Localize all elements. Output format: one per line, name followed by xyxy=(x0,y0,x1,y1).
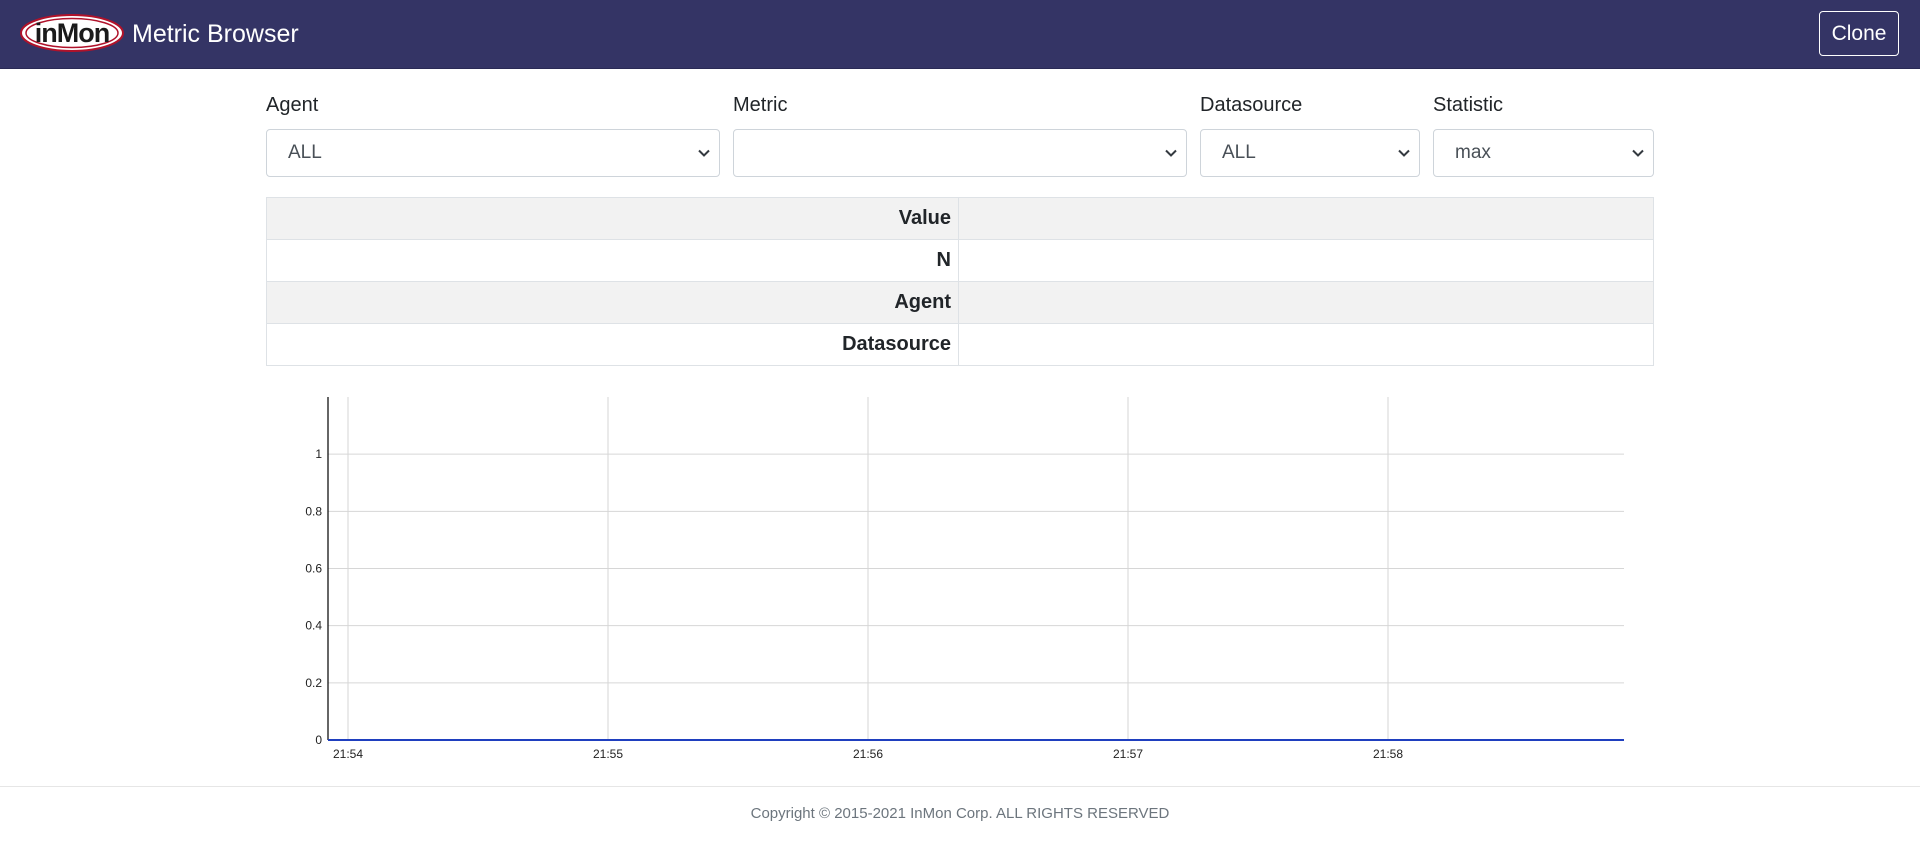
footer-divider xyxy=(0,786,1920,787)
y-tick-label: 0.8 xyxy=(305,504,322,518)
statistic-select-value: max xyxy=(1455,142,1491,163)
agent-cell xyxy=(958,281,1654,324)
x-tick-label: 21:54 xyxy=(333,747,363,761)
x-tick-label: 21:58 xyxy=(1373,747,1403,761)
agent-key: Agent xyxy=(266,281,959,324)
statistic-select[interactable]: max xyxy=(1433,129,1654,177)
y-tick-label: 0.2 xyxy=(305,676,322,690)
y-tick-label: 0 xyxy=(315,733,322,747)
n-cell xyxy=(958,239,1654,282)
logo-text: inMon xyxy=(34,17,110,48)
y-tick-label: 0.4 xyxy=(305,619,322,633)
x-tick-label: 21:56 xyxy=(853,747,883,761)
y-tick-label: 1 xyxy=(315,447,322,461)
datasource-label: Datasource xyxy=(1200,94,1303,116)
x-tick-label: 21:57 xyxy=(1113,747,1143,761)
metric-trend-chart: 21:54 21:55 21:56 21:57 21:58 0 0.2 0.4 0.6 0.8 1 xyxy=(305,397,1624,761)
agent-label: Agent xyxy=(266,94,319,116)
chevron-down-icon xyxy=(698,149,710,157)
app-title: Metric Browser xyxy=(132,20,299,48)
clone-button[interactable]: Clone xyxy=(1819,11,1899,56)
statistic-label: Statistic xyxy=(1433,94,1504,116)
chevron-down-icon xyxy=(1632,149,1644,157)
metric-label: Metric xyxy=(733,94,788,116)
inmon-logo[interactable]: inMon xyxy=(20,14,124,52)
metric-select[interactable] xyxy=(733,129,1187,177)
datasource-key: Datasource xyxy=(266,323,959,366)
table-row: Agent xyxy=(266,281,1654,324)
table-row: Value xyxy=(266,197,1654,240)
agent-select[interactable]: ALL xyxy=(266,129,720,177)
x-tick-label: 21:55 xyxy=(593,747,623,761)
datasource-select[interactable]: ALL xyxy=(1200,129,1420,177)
chevron-down-icon xyxy=(1165,149,1177,157)
table-row: Datasource xyxy=(266,323,1654,366)
datasource-cell xyxy=(958,323,1654,366)
table-row: N xyxy=(266,239,1654,282)
navbar: inMon Metric Browser Clone xyxy=(0,0,1920,69)
n-key: N xyxy=(266,239,959,282)
metric-info-table: Value N Agent Datasource xyxy=(266,197,1654,366)
y-tick-label: 0.6 xyxy=(305,562,322,576)
footer-copyright: Copyright © 2015-2021 InMon Corp. ALL RI… xyxy=(750,805,1170,822)
value-key: Value xyxy=(266,197,959,240)
value-cell xyxy=(958,197,1654,240)
datasource-select-value: ALL xyxy=(1222,142,1256,163)
agent-select-value: ALL xyxy=(288,142,322,163)
chevron-down-icon xyxy=(1398,149,1410,157)
